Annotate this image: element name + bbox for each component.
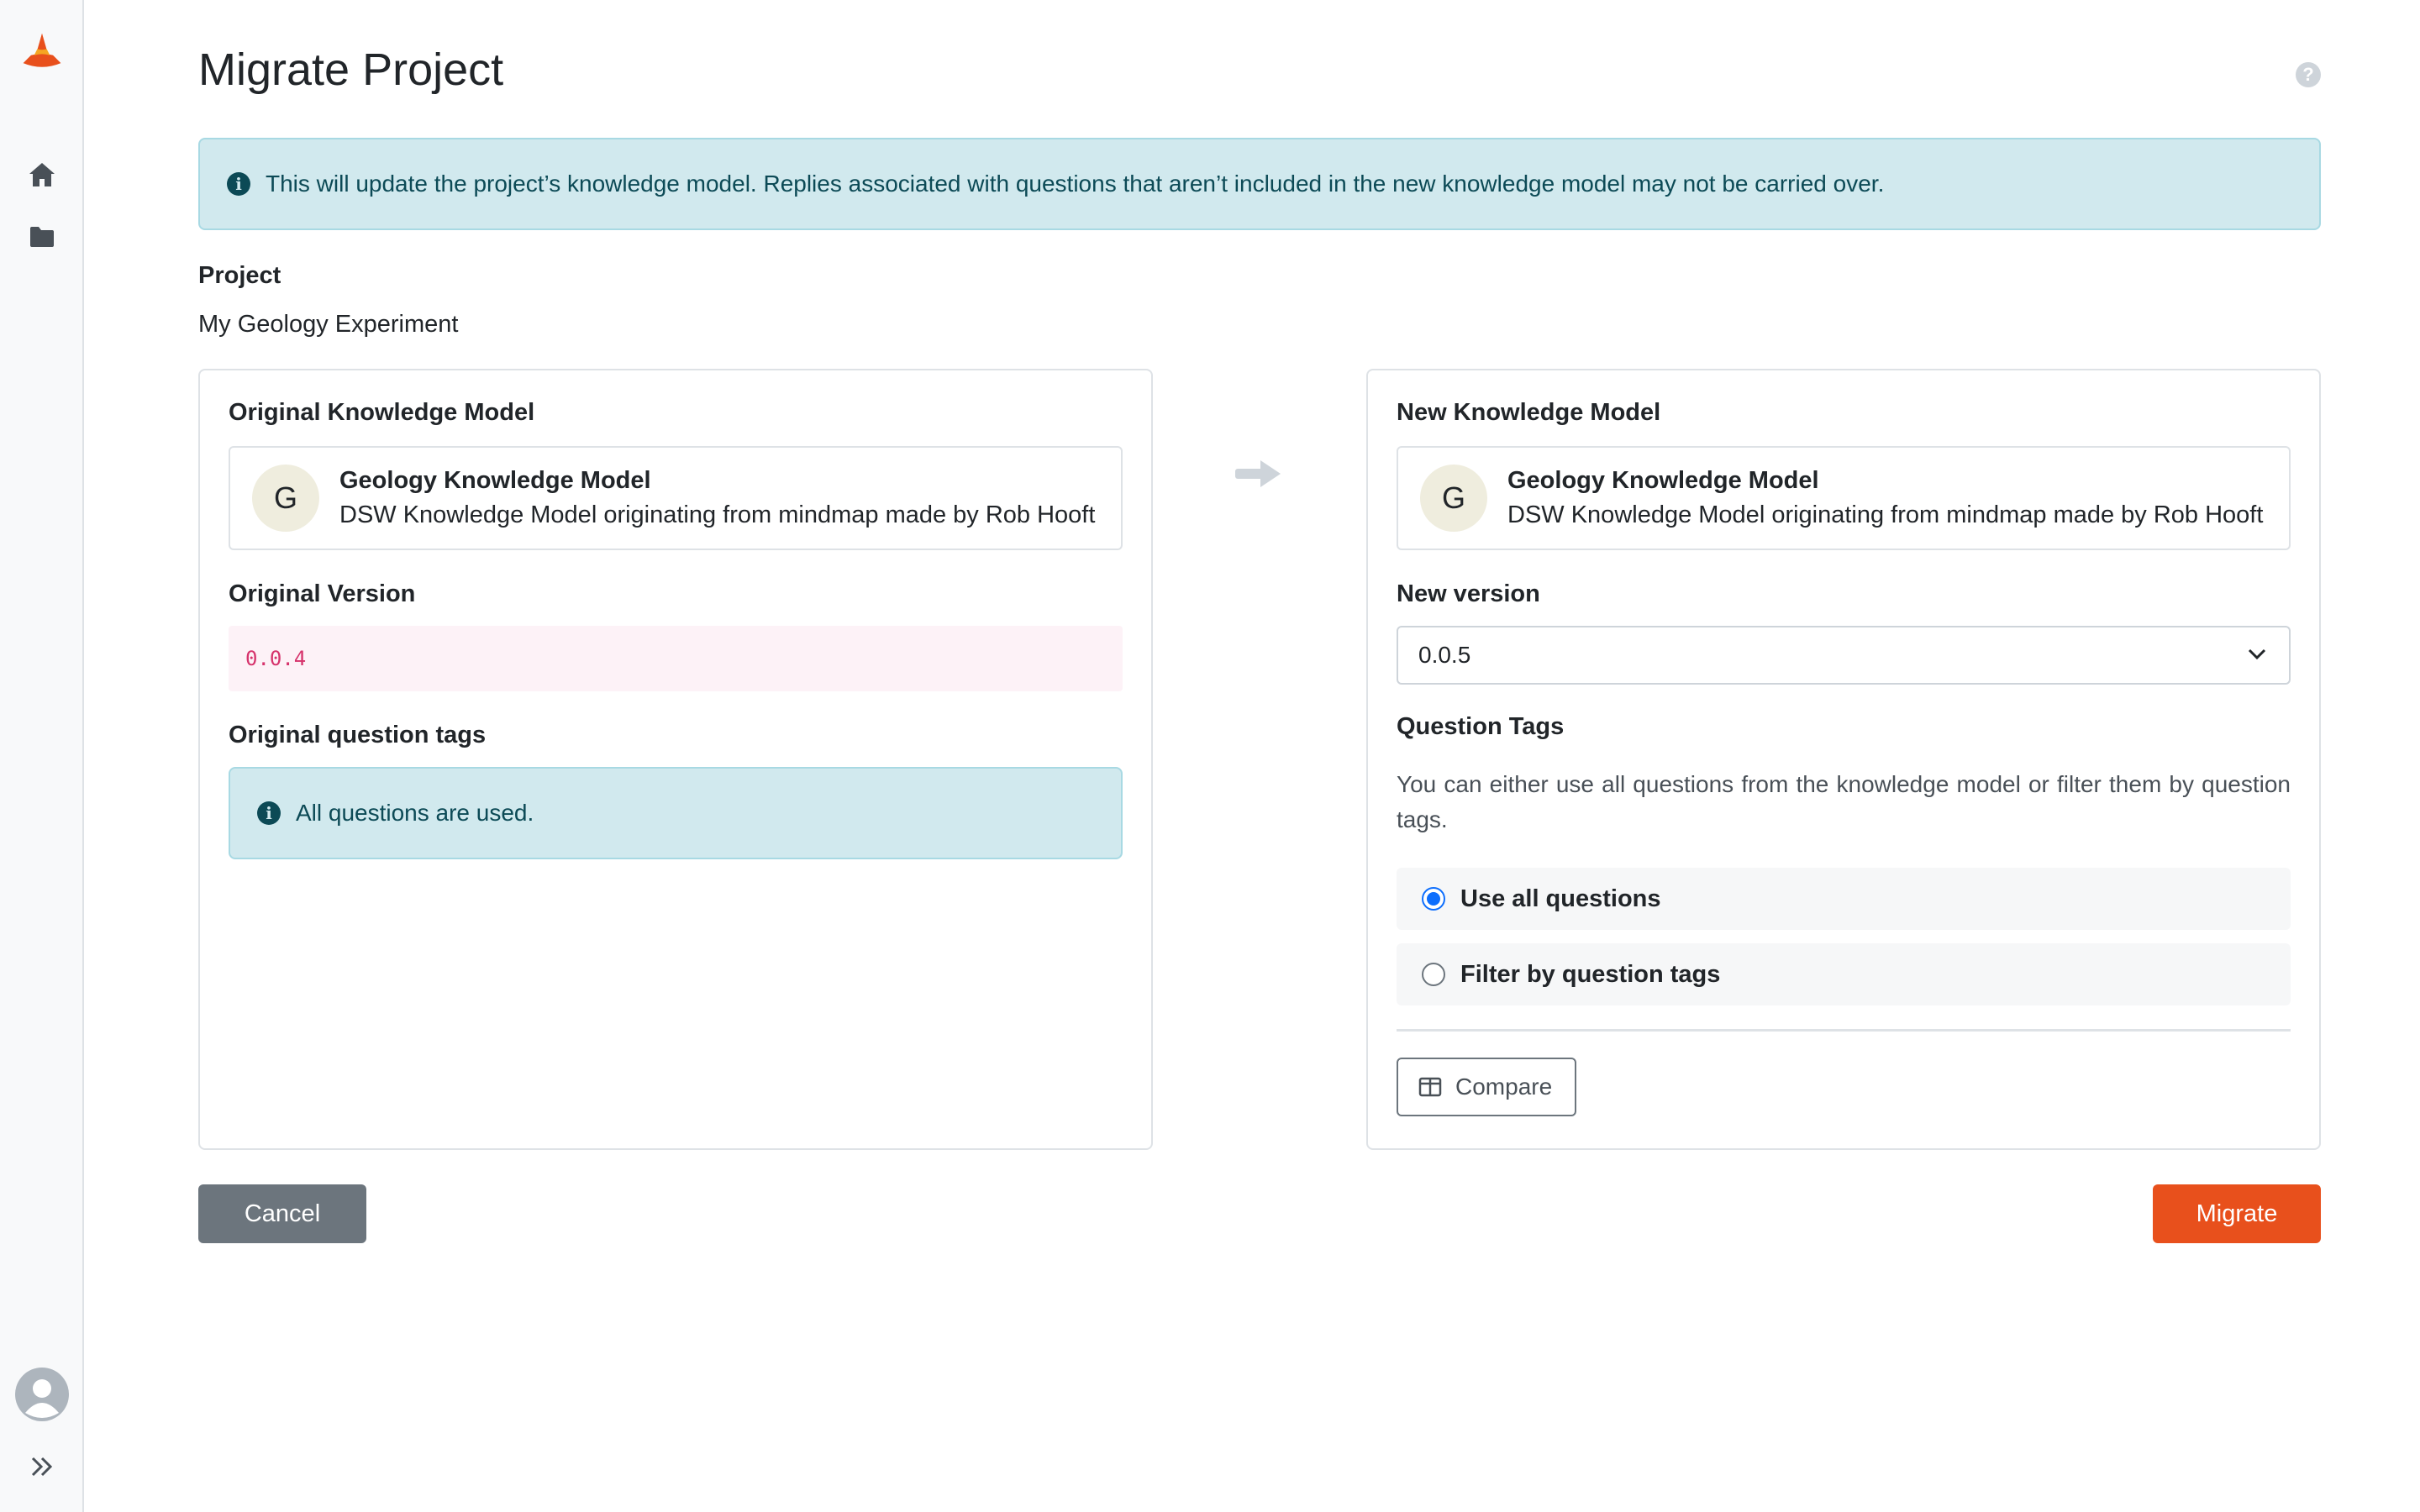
- radio-label: Use all questions: [1460, 885, 1661, 912]
- profile-menu[interactable]: [15, 1368, 69, 1421]
- avatar-icon: [15, 1368, 69, 1421]
- help-icon[interactable]: ?: [2296, 62, 2321, 87]
- km-description: DSW Knowledge Model originating from min…: [339, 501, 1096, 528]
- question-tags-help: You can either use all questions from th…: [1397, 771, 2291, 832]
- new-version-selected: 0.0.5: [1418, 642, 1471, 668]
- question-tags-label: Question Tags: [1397, 713, 1565, 740]
- project-name: My Geology Experiment: [198, 311, 459, 338]
- original-km-card: Original Knowledge Model G Geology Knowl…: [198, 369, 1153, 1150]
- new-km-card: New Knowledge Model G Geology Knowledge …: [1366, 369, 2321, 1150]
- cancel-button[interactable]: Cancel: [198, 1184, 366, 1243]
- original-tags-label: Original question tags: [229, 722, 487, 748]
- columns-icon: [1418, 1077, 1442, 1097]
- double-chevron-right-icon: [31, 1457, 53, 1477]
- arrow-right-icon: [1235, 460, 1281, 487]
- home-icon: [29, 163, 55, 186]
- original-km-heading: Original Knowledge Model: [229, 399, 535, 426]
- wizard-hat-logo-icon: [23, 33, 61, 67]
- divider: [1397, 1029, 2291, 1032]
- app-logo[interactable]: [18, 29, 66, 76]
- info-icon: i: [227, 172, 250, 196]
- compare-button[interactable]: Compare: [1397, 1058, 1576, 1116]
- km-avatar: G: [1420, 465, 1487, 532]
- original-tags-info-text: All questions are used.: [296, 800, 534, 826]
- sidebar-item-projects[interactable]: [18, 213, 66, 260]
- main-content: Migrate Project ? i This will update the…: [198, 0, 2321, 1512]
- compare-label: Compare: [1455, 1074, 1553, 1100]
- expand-sidebar-button[interactable]: [18, 1443, 66, 1490]
- new-km-heading: New Knowledge Model: [1397, 399, 1661, 426]
- info-icon: i: [257, 801, 281, 825]
- page-title: Migrate Project: [198, 45, 504, 95]
- km-name: Geology Knowledge Model: [1507, 467, 1819, 494]
- new-km-item: G Geology Knowledge Model DSW Knowledge …: [1397, 446, 2291, 550]
- radio-filter-by-tags[interactable]: Filter by question tags: [1397, 943, 2291, 1005]
- original-tags-info: i All questions are used.: [229, 767, 1123, 859]
- project-label: Project: [198, 262, 281, 289]
- radio-label: Filter by question tags: [1460, 960, 1721, 988]
- folder-icon: [30, 227, 54, 247]
- sidebar-item-home[interactable]: [18, 151, 66, 198]
- migrate-button[interactable]: Migrate: [2153, 1184, 2321, 1243]
- original-version-label: Original Version: [229, 580, 416, 607]
- original-km-item: G Geology Knowledge Model DSW Knowledge …: [229, 446, 1123, 550]
- new-version-select[interactable]: 0.0.5: [1397, 626, 2291, 685]
- radio-button-checked[interactable]: [1422, 887, 1445, 911]
- km-description: DSW Knowledge Model originating from min…: [1507, 501, 2264, 528]
- km-avatar: G: [252, 465, 319, 532]
- km-name: Geology Knowledge Model: [339, 467, 651, 494]
- radio-use-all-questions[interactable]: Use all questions: [1397, 868, 2291, 930]
- radio-button[interactable]: [1422, 963, 1445, 986]
- sidebar: [0, 0, 84, 1512]
- new-version-label: New version: [1397, 580, 1540, 607]
- km-info: Geology Knowledge Model DSW Knowledge Mo…: [339, 464, 1095, 533]
- info-alert: i This will update the project’s knowled…: [198, 138, 2321, 230]
- chevron-down-icon: [2248, 648, 2266, 660]
- original-version-value: 0.0.4: [229, 626, 1123, 691]
- page: Migrate Project ? i This will update the…: [0, 0, 2420, 1512]
- info-alert-text: This will update the project’s knowledge…: [266, 171, 1885, 197]
- km-info: Geology Knowledge Model DSW Knowledge Mo…: [1507, 464, 2263, 533]
